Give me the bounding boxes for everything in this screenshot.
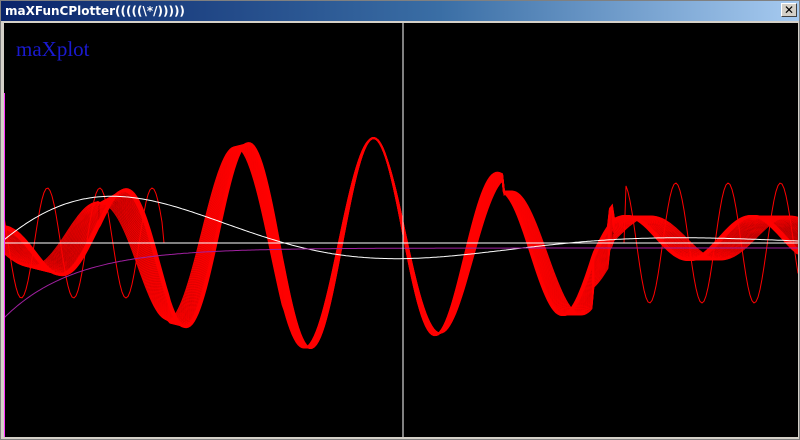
plot-canvas[interactable]: maXplot bbox=[4, 23, 798, 437]
title-bar[interactable]: maXFunCPlotter(((((\*/))))) ✕ bbox=[1, 1, 799, 21]
plot-surface bbox=[4, 23, 798, 437]
close-icon: ✕ bbox=[783, 3, 795, 17]
close-button[interactable]: ✕ bbox=[781, 3, 797, 17]
app-window: maXFunCPlotter(((((\*/))))) ✕ maXplot bbox=[0, 0, 800, 440]
plot-label: maXplot bbox=[16, 37, 90, 61]
window-title: maXFunCPlotter(((((\*/))))) bbox=[5, 4, 185, 18]
